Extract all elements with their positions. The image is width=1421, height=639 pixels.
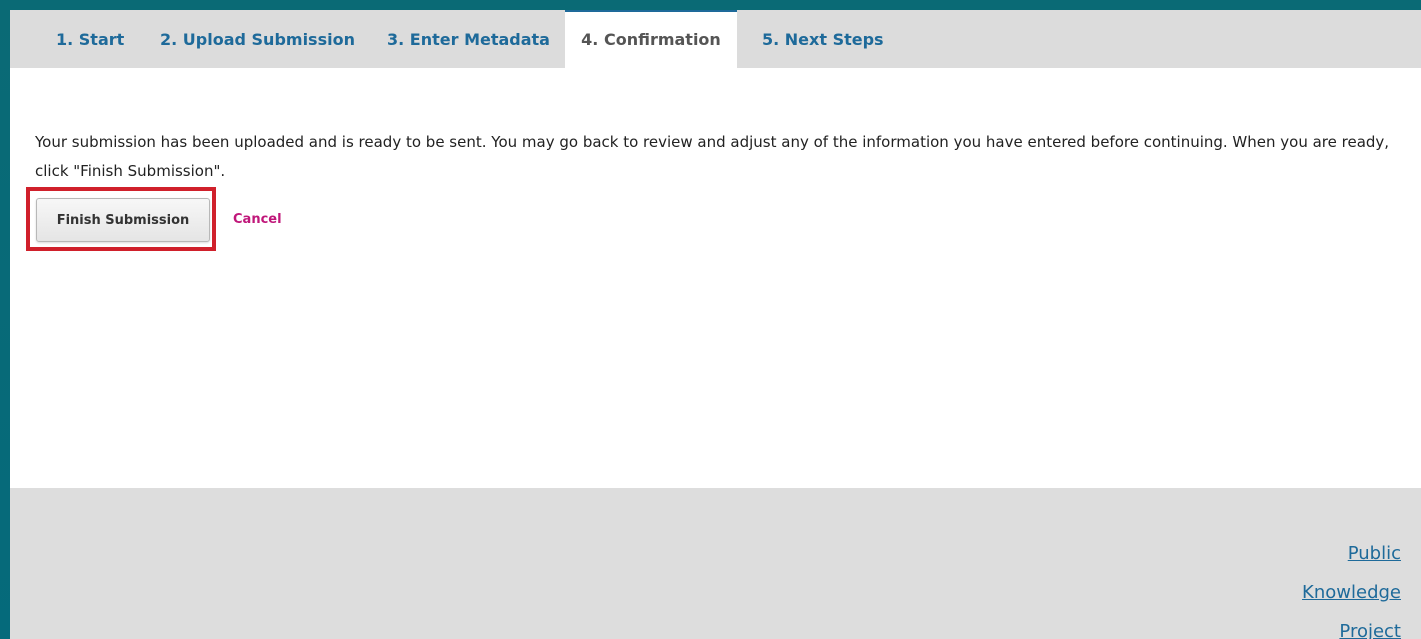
footer: Public Knowledge Project (10, 488, 1421, 639)
wizard-tabs: 1. Start 2. Upload Submission 3. Enter M… (10, 10, 1421, 68)
finish-submission-button[interactable]: Finish Submission (36, 198, 210, 242)
tab-start[interactable]: 1. Start (56, 10, 124, 68)
footer-link-project[interactable]: Project (1302, 612, 1401, 639)
tab-confirmation[interactable]: 4. Confirmation (565, 10, 737, 68)
footer-links: Public Knowledge Project (1302, 534, 1401, 639)
footer-link-knowledge[interactable]: Knowledge (1302, 573, 1401, 612)
cancel-link[interactable]: Cancel (233, 212, 282, 227)
tab-next-steps[interactable]: 5. Next Steps (762, 10, 884, 68)
submission-page: 1. Start 2. Upload Submission 3. Enter M… (10, 10, 1421, 639)
footer-link-public[interactable]: Public (1302, 534, 1401, 573)
tab-upload-submission[interactable]: 2. Upload Submission (160, 10, 355, 68)
confirmation-message: Your submission has been uploaded and is… (35, 133, 1390, 180)
tab-enter-metadata[interactable]: 3. Enter Metadata (387, 10, 550, 68)
